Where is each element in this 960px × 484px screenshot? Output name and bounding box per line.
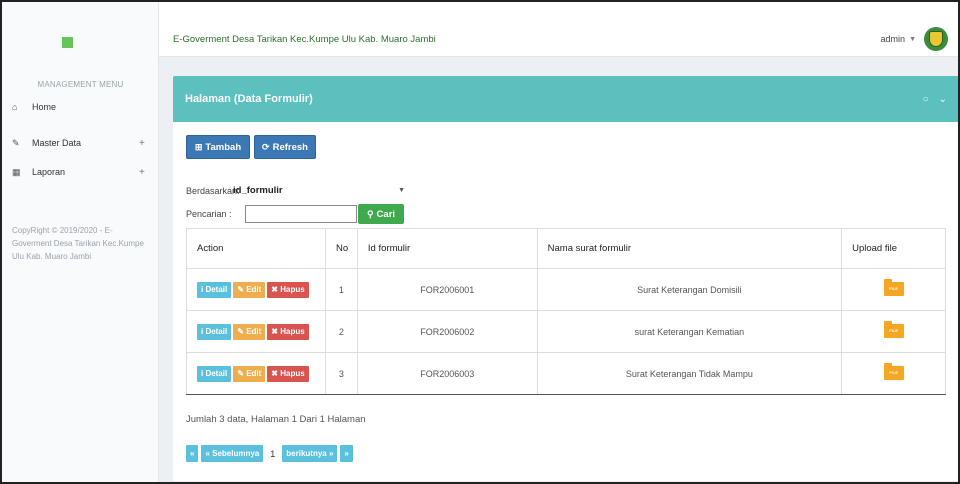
col-header-nama: Nama surat formulir (536, 228, 843, 269)
sidebar-item-laporan[interactable]: ▦ Laporan + (2, 161, 159, 183)
first-page-button[interactable]: « (186, 445, 199, 462)
edit-button[interactable]: ✎ Edit (233, 281, 266, 298)
row-nama: surat Keterangan Kematian (536, 310, 843, 353)
search-input[interactable] (245, 205, 357, 223)
caret-down-icon[interactable]: ▼ (909, 36, 916, 43)
refresh-label: Refresh (272, 141, 308, 153)
panel-title: Halaman (Data Formulir) (185, 93, 313, 105)
menu-header: MANAGEMENT MENU (37, 80, 124, 89)
user-menu[interactable]: admin ▼ (881, 27, 948, 51)
action-cell: i Detail ✎ Edit ✖ Hapus (186, 352, 326, 395)
folder-icon[interactable]: FILE (883, 320, 904, 338)
formulir-table: Action No Id formulir Nama surat formuli… (186, 228, 946, 395)
folder-icon[interactable]: FILE (883, 278, 904, 296)
sidebar-item-master-data[interactable]: ✎ Master Data + (2, 132, 159, 154)
filter-value: id_formulir (233, 185, 283, 196)
avatar[interactable] (924, 27, 948, 51)
search-icon: ⚲ (366, 208, 374, 219)
row-id: FOR2006001 (356, 268, 538, 311)
top-header: E-Goverment Desa Tarikan Kec.Kumpe Ulu K… (159, 2, 958, 57)
pagination-summary: Jumlah 3 data, Halaman 1 Dari 1 Halaman (186, 414, 366, 425)
pagination: « « Sebelumnya 1 berikutnya » » (186, 445, 353, 462)
upload-cell: FILE (841, 352, 946, 395)
edit-button[interactable]: ✎ Edit (233, 323, 266, 340)
row-nama: Surat Keterangan Domisili (536, 268, 843, 311)
row-no: 2 (324, 310, 358, 353)
filter-select[interactable]: id_formulir ▼ (229, 182, 409, 199)
home-icon: ⌂ (12, 102, 18, 112)
table-row: i Detail ✎ Edit ✖ Hapus 2 FOR2006002 sur… (186, 310, 946, 353)
current-page[interactable]: 1 (266, 445, 280, 462)
last-page-button[interactable]: » (340, 445, 353, 462)
hapus-button[interactable]: ✖ Hapus (267, 281, 309, 298)
table-row: i Detail ✎ Edit ✖ Hapus 1 FOR2006001 Sur… (186, 268, 946, 311)
cari-button[interactable]: ⚲ Cari (358, 204, 404, 224)
row-id: FOR2006003 (356, 352, 538, 395)
table-header-row: Action No Id formulir Nama surat formuli… (186, 228, 946, 269)
col-header-upload: Upload file (841, 228, 946, 269)
refresh-icon: ⟳ (262, 141, 270, 152)
sidebar-item-home[interactable]: ⌂ Home (2, 96, 159, 118)
next-page-button[interactable]: berikutnya » (282, 445, 338, 462)
row-no: 1 (324, 268, 358, 311)
edit-icon: ✎ (12, 137, 20, 148)
detail-button[interactable]: i Detail (197, 323, 232, 340)
row-no: 3 (324, 352, 358, 395)
plus-square-icon: ⊞ (194, 141, 203, 152)
col-header-id: Id formulir (356, 228, 538, 269)
sidebar-item-label: Master Data (32, 138, 82, 148)
search-label: Pencarian : (186, 209, 232, 219)
panel-header: Halaman (Data Formulir) ○ ⌄ (173, 76, 959, 122)
sidebar: MANAGEMENT MENU ⌂ Home ✎ Master Data + ▦… (2, 2, 159, 482)
expand-icon[interactable]: + (139, 138, 151, 149)
tambah-button[interactable]: ⊞ Tambah (186, 135, 250, 159)
action-cell: i Detail ✎ Edit ✖ Hapus (186, 268, 326, 311)
col-header-action: Action (186, 228, 326, 269)
refresh-button[interactable]: ⟳ Refresh (254, 135, 316, 159)
calendar-icon: ▦ (12, 166, 21, 177)
expand-icon[interactable]: + (139, 167, 151, 178)
folder-icon[interactable]: FILE (883, 362, 904, 380)
cari-label: Cari (376, 208, 396, 220)
app-logo (62, 37, 73, 48)
sidebar-item-label: Laporan (32, 167, 66, 177)
chevron-down-icon: ▼ (398, 187, 405, 194)
refresh-tool-icon[interactable]: ○ (923, 94, 929, 105)
hapus-button[interactable]: ✖ Hapus (267, 365, 309, 382)
row-nama: Surat Keterangan Tidak Mampu (536, 352, 843, 395)
row-id: FOR2006002 (356, 310, 538, 353)
upload-cell: FILE (841, 268, 946, 311)
collapse-icon[interactable]: ⌄ (939, 94, 947, 105)
table-row: i Detail ✎ Edit ✖ Hapus 3 FOR2006003 Sur… (186, 352, 946, 395)
col-header-no: No (324, 228, 358, 269)
action-cell: i Detail ✎ Edit ✖ Hapus (186, 310, 326, 353)
copyright-text: CopyRight © 2019/2020 - E-Goverment Desa… (12, 226, 144, 261)
sidebar-item-label: Home (32, 102, 57, 112)
panel-tools: ○ ⌄ (923, 94, 947, 105)
tambah-label: Tambah (205, 141, 242, 153)
detail-button[interactable]: i Detail (197, 281, 232, 298)
detail-button[interactable]: i Detail (197, 365, 232, 382)
username[interactable]: admin (881, 34, 906, 44)
prev-page-button[interactable]: « Sebelumnya (201, 445, 264, 462)
app-title: E-Goverment Desa Tarikan Kec.Kumpe Ulu K… (173, 34, 436, 45)
hapus-button[interactable]: ✖ Hapus (267, 323, 309, 340)
upload-cell: FILE (841, 310, 946, 353)
edit-button[interactable]: ✎ Edit (233, 365, 266, 382)
